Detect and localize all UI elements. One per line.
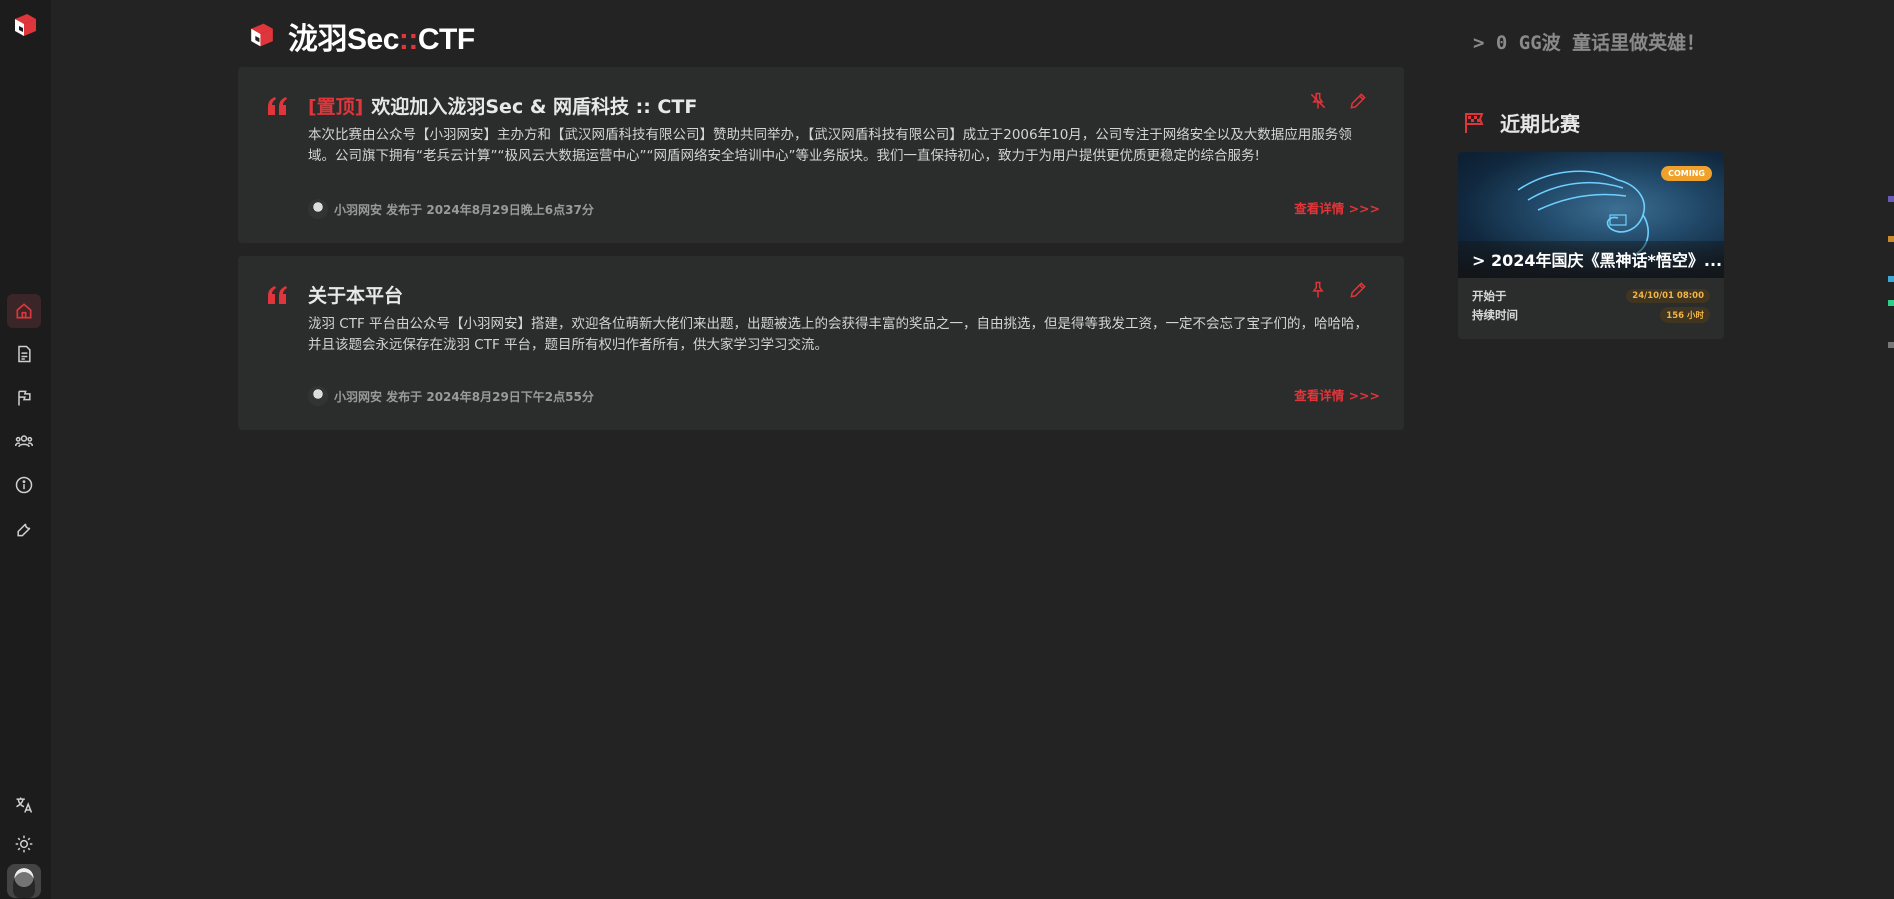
pencil-icon (1350, 282, 1366, 298)
sidebar-item-about[interactable] (7, 468, 41, 502)
view-details-link[interactable]: 查看详情 >>> (1294, 385, 1380, 404)
match-duration-row: 持续时间 156 小时 (1472, 307, 1710, 323)
edge-icon-b (1888, 236, 1894, 242)
sidebar-item-users[interactable] (7, 424, 41, 458)
edge-icon-d (1888, 300, 1894, 306)
sidebar-item-challenges[interactable] (7, 381, 41, 415)
edge-icon-c (1888, 276, 1894, 282)
sidebar-item-tools[interactable] (7, 512, 41, 546)
pinned-tag: [置顶] (308, 96, 364, 118)
info-icon (15, 476, 33, 494)
notice-body: 泷羽 CTF 平台由公众号【小羽网安】搭建，欢迎各位萌新大佬们来出题，出题被选上… (308, 316, 1369, 353)
theme-toggle[interactable] (7, 827, 41, 861)
notice-card: 关于本平台 泷羽 CTF 平台由公众号【小羽网安】搭建，欢迎各位萌新大佬们来出题… (238, 256, 1404, 430)
edit-button[interactable] (1348, 280, 1368, 300)
language-toggle[interactable] (7, 788, 41, 822)
sidebar-item-home[interactable] (7, 294, 41, 328)
edit-button[interactable] (1348, 91, 1368, 111)
status-badge: COMING (1661, 166, 1712, 181)
pin-off-icon (1310, 92, 1326, 109)
sidebar-item-notices[interactable] (7, 337, 41, 371)
notice-actions (1308, 91, 1368, 111)
pin-button[interactable] (1308, 280, 1328, 300)
document-icon (18, 345, 31, 363)
edge-icon-e (1888, 342, 1894, 348)
sidebar (0, 0, 51, 899)
match-card[interactable]: COMING > 2024年国庆《黑神话*悟空》... 开始于 24/10/01… (1458, 152, 1724, 339)
notice-body: 本次比赛由公众号【小羽网安】主办方和【武汉网盾科技有限公司】赞助共同举办，【武汉… (308, 127, 1352, 164)
home-icon (16, 303, 32, 319)
wrench-icon (17, 523, 31, 537)
quote-icon (268, 97, 287, 115)
brand[interactable]: 泷羽Sec::CTF (245, 14, 475, 58)
view-details-link[interactable]: 查看详情 >>> (1294, 198, 1380, 217)
pin-icon (1312, 281, 1324, 298)
users-icon (14, 435, 34, 448)
translate-icon (16, 797, 33, 813)
brand-name: 泷羽Sec::CTF (288, 23, 475, 56)
sun-icon (15, 835, 33, 853)
notice-card: [置顶] 欢迎加入泷羽Sec & 网盾科技 :: CTF 本次比赛由公众号【小羽网… (238, 67, 1404, 243)
recent-matches-heading: 近期比赛 (1462, 108, 1580, 137)
quote-icon (268, 286, 287, 304)
duration-badge: 156 小时 (1660, 307, 1710, 323)
author-avatar (308, 199, 328, 219)
match-name: > 2024年国庆《黑神话*悟空》... (1458, 241, 1724, 278)
pencil-icon (1350, 93, 1366, 109)
logo-icon[interactable] (9, 10, 41, 42)
notice-meta: 小羽网安 发布于 2024年8月29日下午2点55分 (308, 386, 594, 406)
notice-actions (1308, 280, 1368, 300)
user-avatar[interactable] (7, 864, 41, 898)
checkered-flag-icon (1465, 112, 1484, 133)
notice-title[interactable]: 关于本平台 (308, 281, 403, 308)
match-start-row: 开始于 24/10/01 08:00 (1472, 288, 1710, 304)
motto-text: > 0 GG波 童话里做英雄！ (1473, 32, 1706, 54)
unpin-button[interactable] (1308, 91, 1328, 111)
author-avatar (308, 386, 328, 406)
match-banner: COMING > 2024年国庆《黑神话*悟空》... (1458, 152, 1724, 278)
brand-logo-icon (251, 23, 273, 47)
edge-icon-a (1888, 196, 1894, 202)
notice-meta: 小羽网安 发布于 2024年8月29日晚上6点37分 (308, 199, 594, 219)
flag-icon (18, 390, 31, 406)
start-time-badge: 24/10/01 08:00 (1626, 289, 1710, 303)
edge-widget[interactable] (1888, 196, 1894, 356)
notice-title[interactable]: [置顶] 欢迎加入泷羽Sec & 网盾科技 :: CTF (308, 92, 697, 119)
